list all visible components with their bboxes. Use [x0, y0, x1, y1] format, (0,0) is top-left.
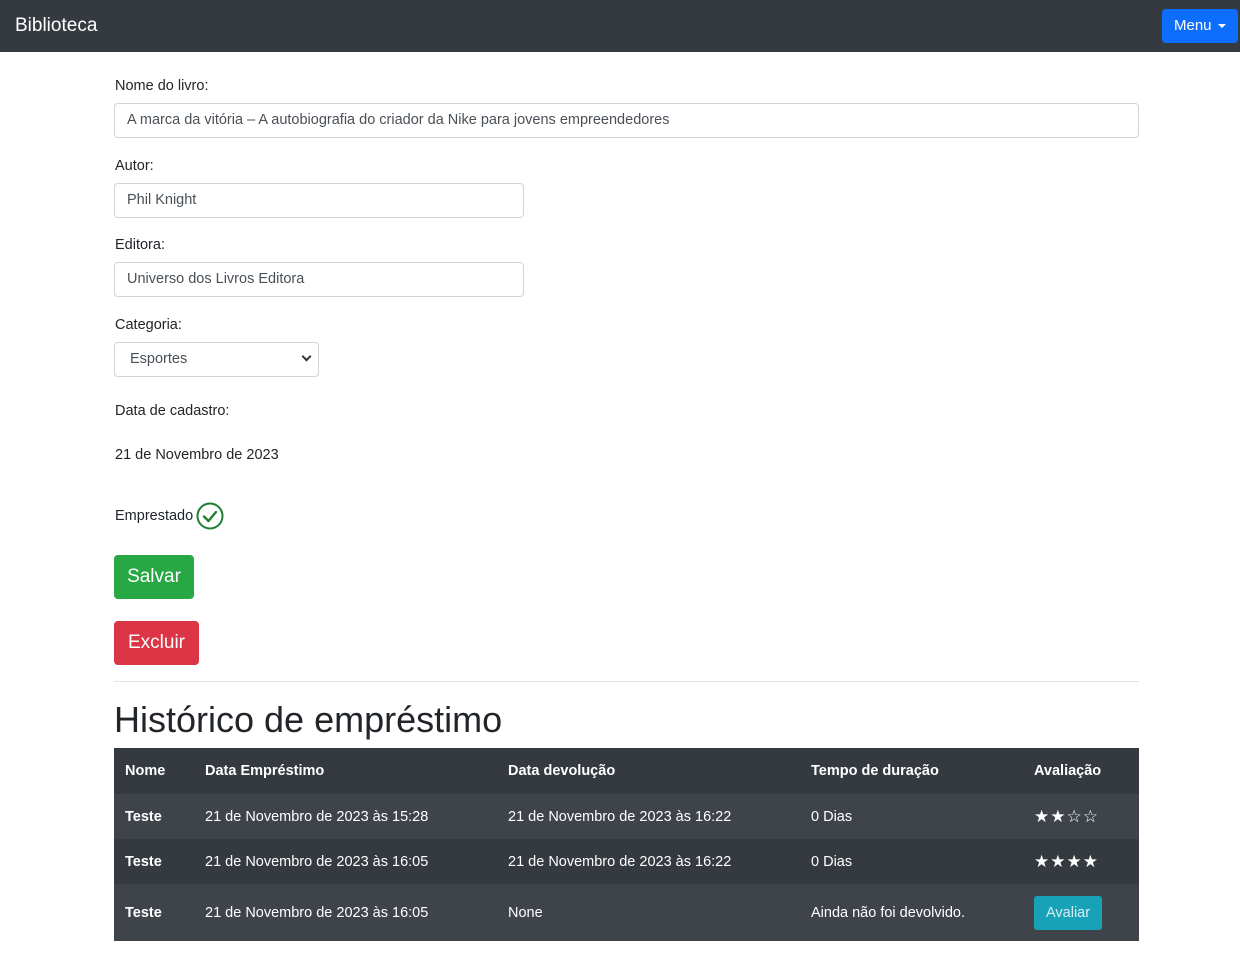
save-button[interactable]: Salvar: [114, 555, 194, 599]
book-title-input[interactable]: A marca da vitória – A autobiografia do …: [114, 103, 1139, 138]
registration-date-label: Data de cadastro:: [115, 403, 230, 419]
caret-down-icon: [1218, 24, 1226, 28]
row-duration: Ainda não foi devolvido.: [811, 904, 965, 921]
book-title-label: Nome do livro:: [115, 78, 209, 94]
table-row: Teste 21 de Novembro de 2023 às 16:05 No…: [114, 884, 1139, 941]
row-loan-date: 21 de Novembro de 2023 às 16:05: [205, 904, 429, 921]
row-return-date: None: [508, 904, 543, 921]
row-loan-date: 21 de Novembro de 2023 às 15:28: [205, 808, 429, 825]
column-header-loan-date: Data Empréstimo: [205, 763, 325, 779]
column-header-rating: Avaliação: [1034, 763, 1102, 779]
row-name: Teste: [125, 808, 162, 825]
check-circle-icon: [196, 502, 224, 530]
column-header-return-date: Data devolução: [508, 763, 616, 779]
star-rating: ★★☆☆: [1034, 806, 1099, 826]
registration-date-value: 21 de Novembro de 2023: [115, 447, 279, 463]
menu-label: Menu: [1174, 17, 1212, 34]
column-header-duration: Tempo de duração: [811, 763, 939, 779]
row-loan-date: 21 de Novembro de 2023 às 16:05: [205, 853, 429, 870]
star-rating: ★★★★: [1034, 851, 1099, 871]
row-duration: 0 Dias: [811, 808, 853, 825]
delete-button[interactable]: Excluir: [114, 621, 199, 665]
row-name: Teste: [125, 853, 162, 870]
loaned-label: Emprestado: [115, 508, 194, 524]
row-return-date: 21 de Novembro de 2023 às 16:22: [508, 853, 732, 870]
table-header-row: Nome Data Empréstimo Data devolução Temp…: [114, 748, 1139, 794]
loan-history-table: Nome Data Empréstimo Data devolução Temp…: [114, 748, 1139, 941]
menu-dropdown-button[interactable]: Menu: [1162, 9, 1238, 43]
rate-button[interactable]: Avaliar: [1034, 895, 1103, 930]
publisher-input[interactable]: Universo dos Livros Editora: [114, 262, 524, 297]
author-input[interactable]: Phil Knight: [114, 183, 524, 218]
category-select[interactable]: Esportes: [114, 342, 319, 377]
row-name: Teste: [125, 904, 162, 921]
table-row: Teste 21 de Novembro de 2023 às 16:05 21…: [114, 839, 1139, 884]
column-header-name: Nome: [125, 763, 166, 779]
category-label: Categoria:: [115, 317, 182, 333]
publisher-label: Editora:: [115, 237, 165, 253]
category-selected-value: Esportes: [130, 351, 188, 367]
chevron-down-icon: [301, 351, 312, 362]
table-row: Teste 21 de Novembro de 2023 às 15:28 21…: [114, 794, 1139, 839]
row-duration: 0 Dias: [811, 853, 853, 870]
author-label: Autor:: [115, 158, 154, 174]
row-return-date: 21 de Novembro de 2023 às 16:22: [508, 808, 732, 825]
brand-link[interactable]: Biblioteca: [15, 15, 97, 37]
divider: [114, 681, 1139, 682]
navbar: Biblioteca Menu: [0, 0, 1240, 52]
loan-history-title: Histórico de empréstimo: [114, 699, 503, 740]
